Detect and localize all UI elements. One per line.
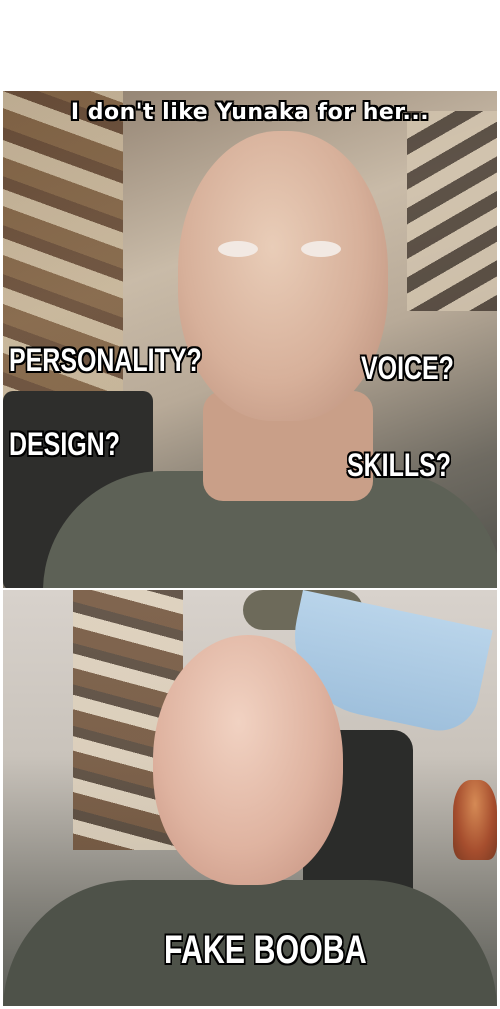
eye-right [301, 241, 341, 257]
wall-decoration [407, 111, 497, 311]
bald-head-looking-sideways [178, 131, 388, 421]
label-personality: PERSONALITY? [9, 342, 202, 378]
bottom-caption: FAKE BOOBA [164, 928, 367, 972]
label-design: DESIGN? [9, 426, 120, 462]
label-skills: SKILLS? [347, 447, 451, 483]
top-caption: I don't like Yunaka for her... [70, 100, 430, 125]
top-panel-photo [3, 91, 497, 588]
smirking-bald-head [153, 635, 343, 885]
label-voice: VOICE? [361, 350, 454, 386]
figurine [453, 780, 497, 860]
eye-left [218, 241, 258, 257]
